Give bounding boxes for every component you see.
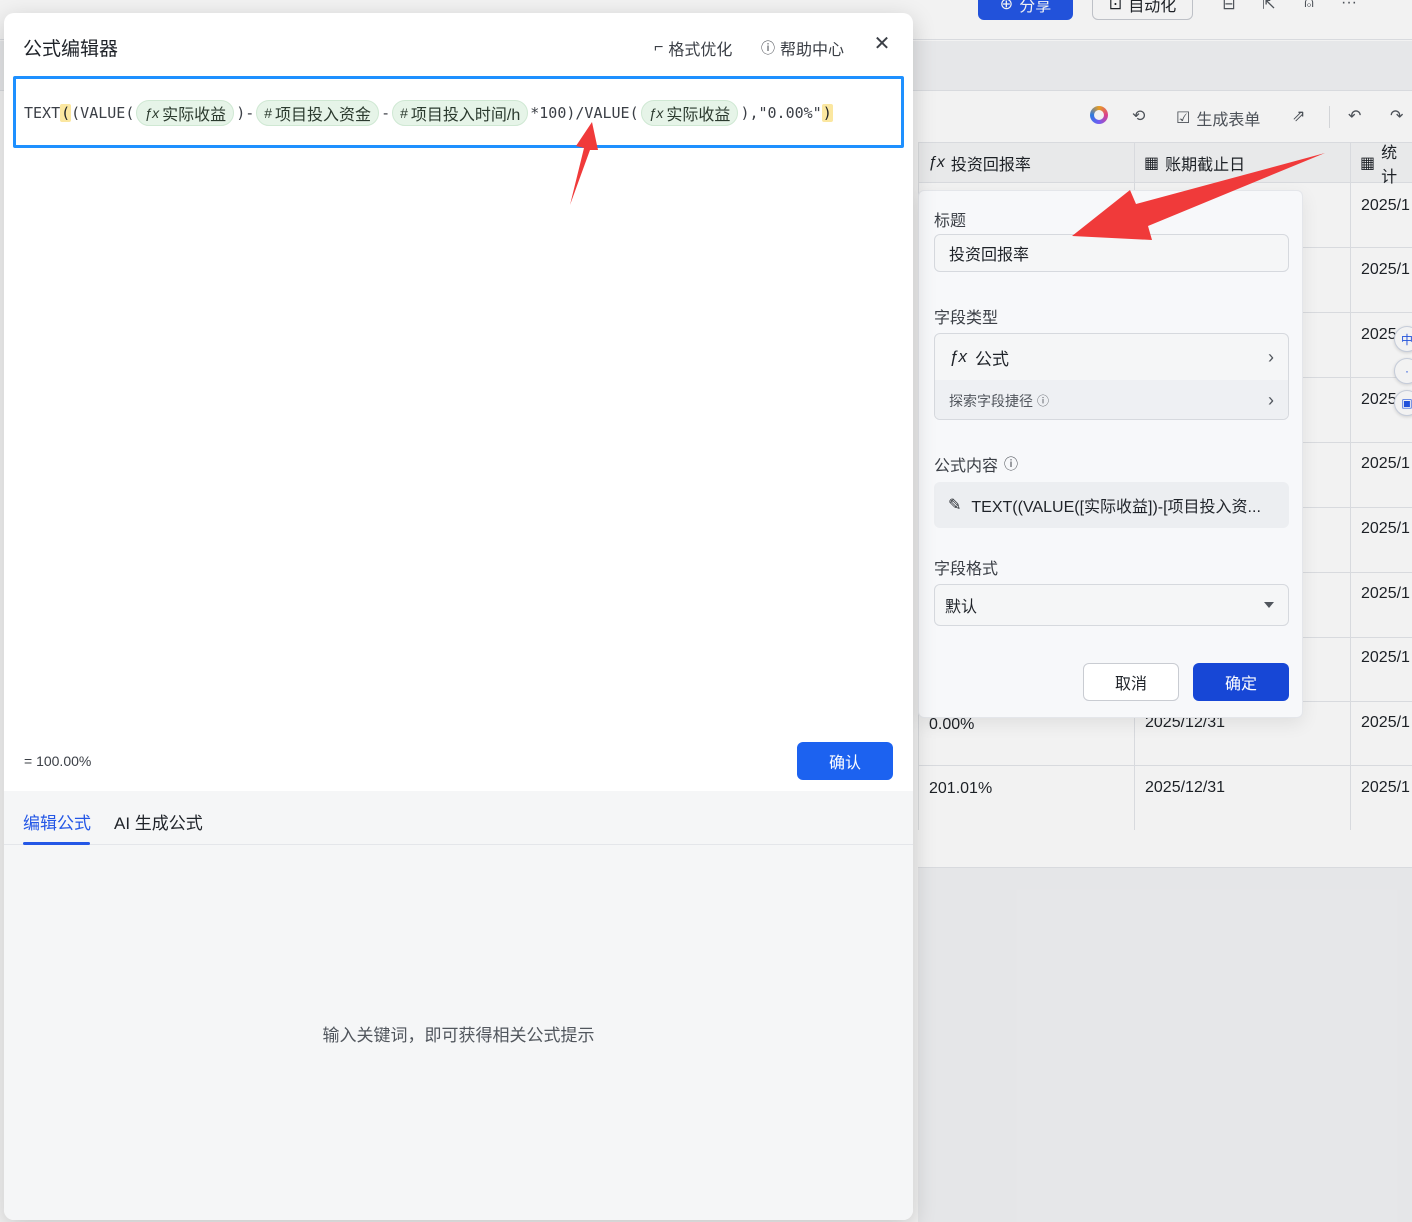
confirm-button[interactable]: 确认	[797, 742, 893, 780]
formula-input[interactable]: TEXT ( (VALUE( ƒx 实际收益 )- # 项目投入资金 - # 项…	[13, 76, 904, 148]
field-format-value: 默认	[945, 599, 978, 616]
chevron-right-icon: ›	[1268, 346, 1274, 367]
formula-content-label-text: 公式内容	[934, 458, 999, 475]
formula-tabs: 编辑公式 AI 生成公式	[4, 791, 913, 845]
field-config-panel: 标题 投资回报率 字段类型 ƒx 公式 › 探索字段捷径 ⓘ › 公式内容 ⓘ …	[918, 190, 1303, 718]
help-icon[interactable]: ⓘ	[1004, 454, 1018, 474]
formula-token: -	[381, 104, 391, 122]
explore-field-shortcut[interactable]: 探索字段捷径 ⓘ ›	[935, 380, 1288, 419]
formula-paren-highlight: )	[821, 104, 833, 122]
formula-token: TEXT	[24, 104, 61, 122]
caret-down-icon	[1264, 602, 1274, 608]
paint-brush-icon: ⌐	[654, 39, 664, 56]
field-type-value: 公式	[974, 349, 1009, 369]
formula-content-field[interactable]: ✎ TEXT((VALUE([实际收益])-[项目投入资...	[934, 482, 1289, 528]
formula-icon: ƒx	[949, 347, 967, 366]
field-chip[interactable]: # 项目投入资金	[256, 100, 380, 126]
field-chip-label: 实际收益	[666, 107, 731, 124]
formula-content-value: TEXT((VALUE([实际收益])-[项目投入资...	[971, 499, 1261, 516]
formula-content-label: 公式内容 ⓘ	[934, 452, 1018, 476]
formula-result: = 100.00%	[24, 753, 92, 769]
number-icon: #	[264, 105, 273, 121]
tab-ai-formula[interactable]: AI 生成公式	[114, 809, 203, 834]
field-chip-label: 项目投入资金	[275, 107, 372, 124]
formula-paren-highlight: (	[60, 104, 72, 122]
keyword-hint: 输入关键词，即可获得相关公式提示	[322, 1026, 595, 1045]
format-optimize-link[interactable]: ⌐ 格式优化	[654, 36, 732, 60]
field-type-row[interactable]: ƒx 公式 ›	[935, 334, 1288, 380]
field-chip-label: 实际收益	[162, 107, 227, 124]
field-type-selector[interactable]: ƒx 公式 › 探索字段捷径 ⓘ ›	[934, 333, 1289, 420]
info-icon: ⓘ	[1037, 394, 1050, 408]
formula-token: )-	[236, 104, 255, 122]
field-format-label: 字段格式	[934, 561, 999, 578]
formula-editor-modal: 公式编辑器 ⌐ 格式优化 ⓘ 帮助中心 ✕ TEXT ( (VALUE( ƒx …	[4, 13, 913, 1220]
field-chip[interactable]: # 项目投入时间/h	[392, 100, 529, 126]
modal-title: 公式编辑器	[23, 39, 119, 60]
explore-field-label: 探索字段捷径	[949, 392, 1033, 409]
formula-icon: ƒx	[648, 105, 664, 121]
confirm-field-button[interactable]: 确定	[1193, 663, 1289, 701]
field-chip[interactable]: ƒx 实际收益	[640, 100, 739, 126]
title-input-value: 投资回报率	[949, 247, 1030, 264]
formula-assist-area: 编辑公式 AI 生成公式 输入关键词，即可获得相关公式提示	[4, 791, 913, 1220]
field-format-select[interactable]: 默认	[934, 584, 1289, 626]
edit-icon: ✎	[948, 497, 962, 514]
title-input[interactable]: 投资回报率	[934, 234, 1289, 272]
field-chip[interactable]: ƒx 实际收益	[136, 100, 235, 126]
formula-token: ),"0.00%"	[740, 104, 822, 122]
formula-code[interactable]: TEXT ( (VALUE( ƒx 实际收益 )- # 项目投入资金 - # 项…	[24, 99, 833, 127]
tab-edit-formula[interactable]: 编辑公式	[23, 809, 91, 834]
formula-token: (VALUE(	[71, 104, 135, 122]
title-label: 标题	[934, 213, 967, 230]
formula-icon: ƒx	[144, 105, 160, 121]
active-tab-indicator	[23, 842, 90, 845]
number-icon: #	[400, 105, 408, 121]
close-icon[interactable]: ✕	[870, 32, 894, 56]
help-center-link[interactable]: ⓘ 帮助中心	[761, 36, 844, 60]
field-type-label: 字段类型	[934, 310, 999, 327]
help-center-label: 帮助中心	[780, 42, 845, 59]
format-optimize-label: 格式优化	[668, 42, 733, 59]
chevron-right-icon: ›	[1268, 390, 1274, 410]
formula-token: *100)/VALUE(	[530, 104, 639, 122]
cancel-button[interactable]: 取消	[1083, 663, 1179, 701]
help-icon: ⓘ	[761, 40, 775, 56]
field-chip-label: 项目投入时间/h	[410, 107, 521, 124]
